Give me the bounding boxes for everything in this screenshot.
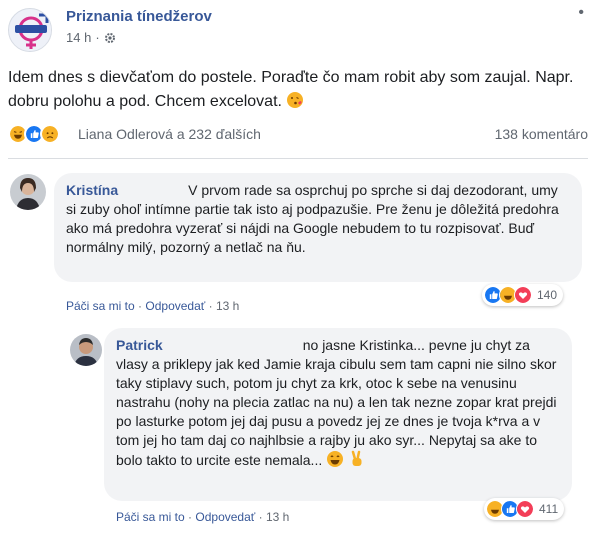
comment-text: no jasne Kristinka... pevne ju chyt za v… <box>116 337 557 468</box>
comment-author[interactable]: Patrick <box>116 337 163 353</box>
comment-reactions[interactable]: 411 <box>484 498 565 520</box>
divider <box>8 158 588 159</box>
comment-actions: Páči sa mi to · Odpovedať · 13 h <box>116 510 290 524</box>
post-meta: 14 h · <box>66 30 116 45</box>
comment-bubble: Kristína V prvom rade sa osprchuj po spr… <box>54 173 582 282</box>
post-text: Idem dnes s dievčaťom do postele. Poraďt… <box>8 66 588 114</box>
comment-reactions[interactable]: 140 <box>482 284 564 306</box>
reaction-count: 411 <box>539 502 559 516</box>
victory-hand-emoji-icon <box>351 450 362 466</box>
like-link[interactable]: Páči sa mi to <box>116 510 185 524</box>
more-options-icon[interactable]: • <box>578 5 584 21</box>
post-time[interactable]: 14 h <box>66 30 91 45</box>
kissing-face-emoji-icon <box>287 92 304 108</box>
grinning-emoji-icon <box>327 451 344 467</box>
commenter-avatar[interactable] <box>10 174 46 210</box>
sad-reaction-icon <box>40 124 60 144</box>
reaction-icons[interactable] <box>8 124 60 146</box>
reply-link[interactable]: Odpovedať <box>195 510 255 524</box>
reactors-text[interactable]: Liana Odlerová a 232 ďalších <box>78 126 261 142</box>
comment-time[interactable]: 13 h <box>216 299 239 313</box>
comment-text: V prvom rade sa osprchuj po sprche si da… <box>66 182 559 255</box>
reaction-count: 140 <box>537 288 558 302</box>
page-name[interactable]: Priznania tínedžerov <box>66 8 212 25</box>
comment-count[interactable]: 138 komentáro <box>495 126 588 142</box>
love-reaction-icon <box>516 500 534 518</box>
love-reaction-icon <box>514 286 532 304</box>
comment-actions: Páči sa mi to · Odpovedať · 13 h <box>66 299 240 313</box>
gear-icon[interactable] <box>104 32 116 44</box>
avatar-photo <box>10 174 46 210</box>
comment-bubble: Patrick no jasne Kristinka... pevne ju c… <box>104 328 572 501</box>
page-logo-icon <box>9 9 51 51</box>
reaction-bar: Liana Odlerová a 232 ďalších 138 komentá… <box>8 124 588 146</box>
page-avatar[interactable] <box>8 8 52 52</box>
commenter-avatar[interactable] <box>70 334 102 366</box>
post-header: Priznania tínedžerov 14 h · • <box>8 5 588 52</box>
reply-link[interactable]: Odpovedať <box>145 299 205 313</box>
comment-author[interactable]: Kristína <box>66 182 118 198</box>
comment-time[interactable]: 13 h <box>266 510 289 524</box>
like-link[interactable]: Páči sa mi to <box>66 299 135 313</box>
avatar-photo <box>70 334 102 366</box>
